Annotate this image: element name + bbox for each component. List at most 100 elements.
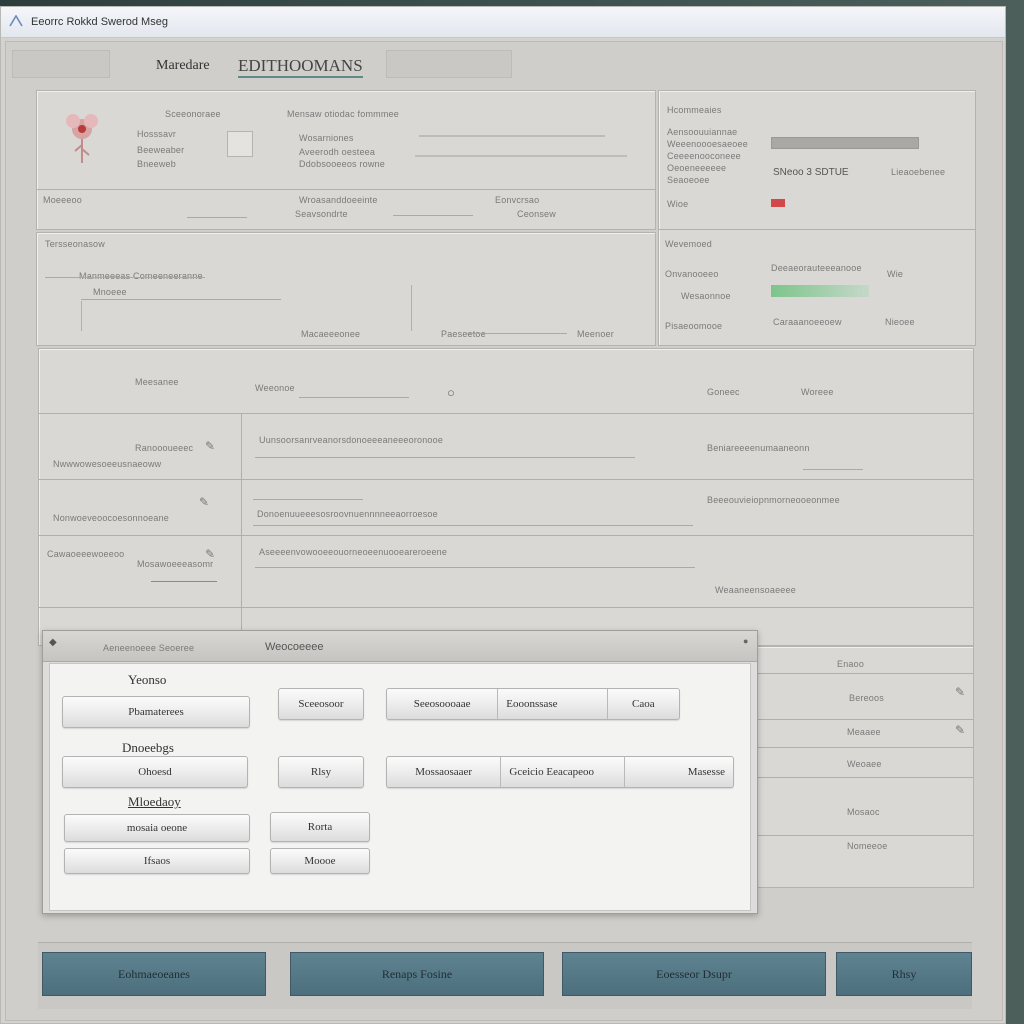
mid-panel: Tersseonasow Manmeeeas Comeeneeranne Mno… xyxy=(36,232,656,346)
dialog-title: Aeneenoeee Seoeree xyxy=(103,643,195,653)
bottom-button[interactable]: Rhsy xyxy=(836,952,972,996)
group2-button[interactable]: Ohoesd xyxy=(62,756,248,788)
segment[interactable]: Caoa xyxy=(608,689,679,719)
table-row[interactable]: Cawaoeeewoeeoo Mosawoeeeasomr ✎ Aseeeenv… xyxy=(39,535,973,607)
close-icon[interactable]: ● xyxy=(743,636,748,646)
input-line[interactable] xyxy=(253,525,693,526)
circle-icon: ○ xyxy=(447,385,455,400)
input-line[interactable] xyxy=(255,567,695,568)
mid-label: Aveerodh oesteea xyxy=(299,147,376,157)
segment[interactable]: Eooonssase xyxy=(498,689,608,719)
mid-bottom-label: Macaeeeonee xyxy=(301,329,361,339)
col2-button[interactable]: Rorta xyxy=(270,812,370,842)
bottom-button[interactable]: Eoesseor Dsupr xyxy=(562,952,826,996)
side-row: Mosaoc xyxy=(847,807,880,817)
status-label: SNeoo 3 SDTUE xyxy=(773,167,849,178)
status-value: Lieaoebenee xyxy=(891,167,946,177)
app-logo-icon xyxy=(9,15,23,27)
row-sub: Nwwwowesoeeusnaeoww xyxy=(53,459,162,469)
divider xyxy=(39,607,973,608)
segmented-control[interactable]: Seeosoooaae Eooonssase Caoa xyxy=(386,688,680,720)
col2-button[interactable]: Rlsy xyxy=(278,756,364,788)
green-progress xyxy=(771,285,869,297)
side-row: Meaaee xyxy=(847,727,881,737)
input-line[interactable] xyxy=(419,135,605,137)
group-label: Dnoeebgs xyxy=(122,740,174,755)
dialog-icon: ◆ xyxy=(49,637,57,648)
input-line[interactable] xyxy=(393,215,473,216)
input-line[interactable] xyxy=(415,155,627,157)
input-line[interactable] xyxy=(803,469,863,470)
input-line[interactable] xyxy=(81,299,281,300)
list-header-label: Meesanee xyxy=(135,377,179,387)
segment[interactable]: Seeosoooaae xyxy=(387,689,499,719)
row-label: Eonvcrsao xyxy=(495,195,540,205)
group-label: Mloedaoy xyxy=(128,794,181,809)
row-label: Cawaoeeewoeeoo xyxy=(47,549,125,559)
main-area: Maredare EDITHOOMANS Sceeonoraee Mensaw … xyxy=(5,41,1003,1021)
parameters-button[interactable]: Pbamaterees xyxy=(62,696,250,728)
edit-icon[interactable]: ✎ xyxy=(205,547,215,561)
side-list: Enaoo Bereoos ✎ Meaaee ✎ Weoaee Mosaoc N… xyxy=(752,646,974,888)
edit-icon[interactable]: ✎ xyxy=(955,723,965,737)
table-row[interactable]: Ranoooueeec Nwwwowesoeeusnaeoww ✎ Uunsoo… xyxy=(39,413,973,479)
segmented-control[interactable]: Mossaosaaer Gceicio Eeacapeoo Masesse xyxy=(386,756,734,788)
list-panel: Meesanee Weeonoe ○ Goneec Woreee Ranooou… xyxy=(38,348,974,646)
row-label: Ceonsew xyxy=(517,209,556,219)
header-item: Mensaw otiodac fommmee xyxy=(287,109,399,119)
input-line[interactable] xyxy=(253,499,363,500)
mid-label: Mnoeee xyxy=(93,287,127,297)
edit-icon[interactable]: ✎ xyxy=(955,685,965,699)
side-row: Weoaee xyxy=(847,759,882,769)
list-header-label: Goneec xyxy=(707,387,740,397)
progress-bar xyxy=(771,137,919,149)
divider xyxy=(659,229,975,230)
input-line[interactable] xyxy=(255,457,635,458)
segment[interactable]: Mossaosaaer xyxy=(387,757,502,787)
section-title: Wevemoed xyxy=(665,239,712,249)
mid-title: Tersseonasow xyxy=(45,239,105,249)
bottom-button[interactable]: Eohmaeoeanes xyxy=(42,952,266,996)
right-panel: Hcommeaies Aensoouuiannae Weeenoooesaeoe… xyxy=(658,90,976,346)
side-row: Nomeeoe xyxy=(847,841,888,851)
mid-bottom-label: Meenoer xyxy=(577,329,614,339)
input-line[interactable] xyxy=(467,333,567,334)
segment[interactable]: Masesse xyxy=(625,757,733,787)
input-line[interactable] xyxy=(45,277,205,278)
bottom-button[interactable]: Renaps Fosine xyxy=(290,952,544,996)
row-text: Uunsoorsanrveanorsdonoeeeaneeeoronooe xyxy=(259,435,444,445)
divider xyxy=(753,777,973,778)
edit-icon[interactable]: ✎ xyxy=(205,439,215,453)
input-line[interactable] xyxy=(299,397,409,398)
header-field-right xyxy=(386,50,512,78)
row-text: Donoenuueeesosroovnuennnneeaorroesoe xyxy=(257,509,438,519)
col2-button[interactable]: Moooe xyxy=(270,848,370,874)
row-right: Beeeouvieiopnmorneooeonmee xyxy=(707,495,840,505)
right-line: Seaoeoee xyxy=(667,175,710,185)
mid-line: Manmeeeas Comeeneeranne xyxy=(79,271,203,281)
edit-icon[interactable]: ✎ xyxy=(199,495,209,509)
row-label: Moeeeoo xyxy=(43,195,82,205)
list-header-label: Weeonoe xyxy=(255,383,295,393)
checkbox[interactable] xyxy=(227,131,253,157)
section-value: Caraaanoeeoew xyxy=(773,317,842,327)
group3-button[interactable]: mosaia oeone xyxy=(64,814,250,842)
right-line: Aensoouuiannae xyxy=(667,127,738,137)
left-label: Beeweaber xyxy=(137,145,185,155)
divider xyxy=(37,189,655,190)
dialog-header: ◆ Aeneenoeee Seoeree Weocoeeee ● xyxy=(43,631,757,662)
mid-label: Wosarniones xyxy=(299,133,354,143)
col2-button[interactable]: Sceeosoor xyxy=(278,688,364,720)
input-line[interactable] xyxy=(187,217,247,218)
table-row[interactable]: ✎ Nonwoeveoocoesonnoeane Donoenuueeesosr… xyxy=(39,479,973,535)
right-line: Weeenoooesaeoee xyxy=(667,139,748,149)
row-label: Nonwoeveoocoesonnoeane xyxy=(53,513,169,523)
input-line[interactable] xyxy=(151,581,217,582)
segment[interactable]: Gceicio Eeacapeoo xyxy=(501,757,626,787)
title-bar: Eeorrc Rokkd Swerod Mseg xyxy=(1,7,1005,38)
section-value: Wie xyxy=(887,269,904,279)
divider xyxy=(753,747,973,748)
section-item: Wesaonnoe xyxy=(681,291,731,301)
mid-label: Ddobsooeeos rowne xyxy=(299,159,385,169)
group3-button[interactable]: Ifsaos xyxy=(64,848,250,874)
